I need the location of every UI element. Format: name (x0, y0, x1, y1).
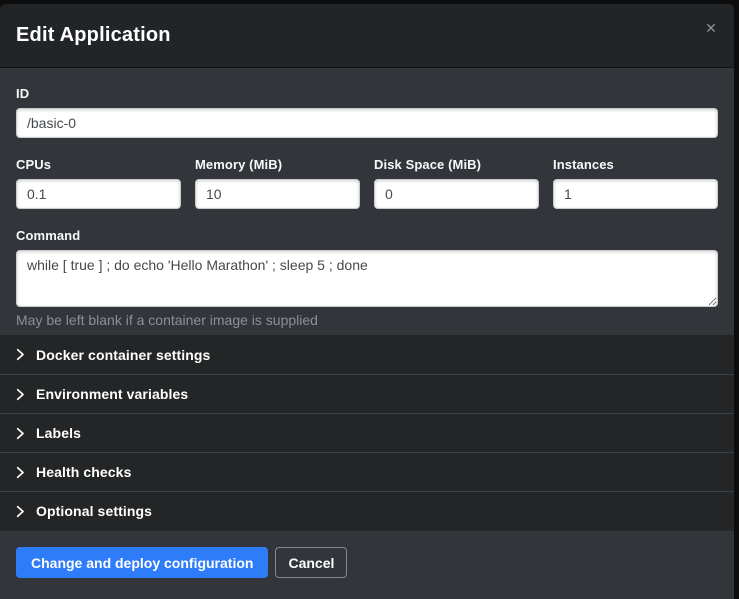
section-label: Health checks (36, 464, 131, 480)
edit-application-modal: Edit Application ✕ ID CPUs Memory (MiB) … (0, 4, 734, 599)
section-docker-container-settings[interactable]: Docker container settings (0, 335, 734, 374)
page-background: Edit Application ✕ ID CPUs Memory (MiB) … (0, 0, 739, 599)
section-health-checks[interactable]: Health checks (0, 452, 734, 491)
collapsible-sections: Docker container settings Environment va… (0, 335, 734, 530)
chevron-right-icon (16, 505, 25, 518)
section-label: Labels (36, 425, 81, 441)
cpus-input[interactable] (16, 179, 181, 209)
cpus-field-group: CPUs (16, 157, 181, 209)
disk-field-group: Disk Space (MiB) (374, 157, 539, 209)
memory-label: Memory (MiB) (195, 157, 360, 172)
modal-header: Edit Application ✕ (0, 4, 734, 68)
id-input[interactable] (16, 108, 718, 138)
instances-input[interactable] (553, 179, 718, 209)
id-field-group: ID (16, 86, 718, 138)
chevron-right-icon (16, 388, 25, 401)
modal-footer: Change and deploy configuration Cancel (0, 530, 734, 599)
command-input[interactable]: while [ true ] ; do echo 'Hello Marathon… (16, 250, 718, 307)
command-label: Command (16, 228, 718, 243)
section-environment-variables[interactable]: Environment variables (0, 374, 734, 413)
command-field-group: Command while [ true ] ; do echo 'Hello … (16, 228, 718, 328)
modal-title: Edit Application (16, 24, 171, 47)
resources-row: CPUs Memory (MiB) Disk Space (MiB) Insta… (16, 157, 718, 209)
section-label: Environment variables (36, 386, 188, 402)
close-icon[interactable]: ✕ (698, 16, 724, 40)
cancel-button[interactable]: Cancel (275, 547, 347, 578)
instances-field-group: Instances (553, 157, 718, 209)
form-body: ID CPUs Memory (MiB) Disk Space (MiB) In (0, 68, 734, 335)
chevron-right-icon (16, 348, 25, 361)
memory-field-group: Memory (MiB) (195, 157, 360, 209)
command-help-text: May be left blank if a container image i… (16, 312, 718, 328)
id-label: ID (16, 86, 718, 101)
section-label: Docker container settings (36, 347, 210, 363)
submit-button[interactable]: Change and deploy configuration (16, 547, 268, 578)
disk-input[interactable] (374, 179, 539, 209)
chevron-right-icon (16, 466, 25, 479)
section-labels[interactable]: Labels (0, 413, 734, 452)
section-label: Optional settings (36, 503, 152, 519)
disk-label: Disk Space (MiB) (374, 157, 539, 172)
instances-label: Instances (553, 157, 718, 172)
cpus-label: CPUs (16, 157, 181, 172)
section-optional-settings[interactable]: Optional settings (0, 491, 734, 530)
memory-input[interactable] (195, 179, 360, 209)
chevron-right-icon (16, 427, 25, 440)
